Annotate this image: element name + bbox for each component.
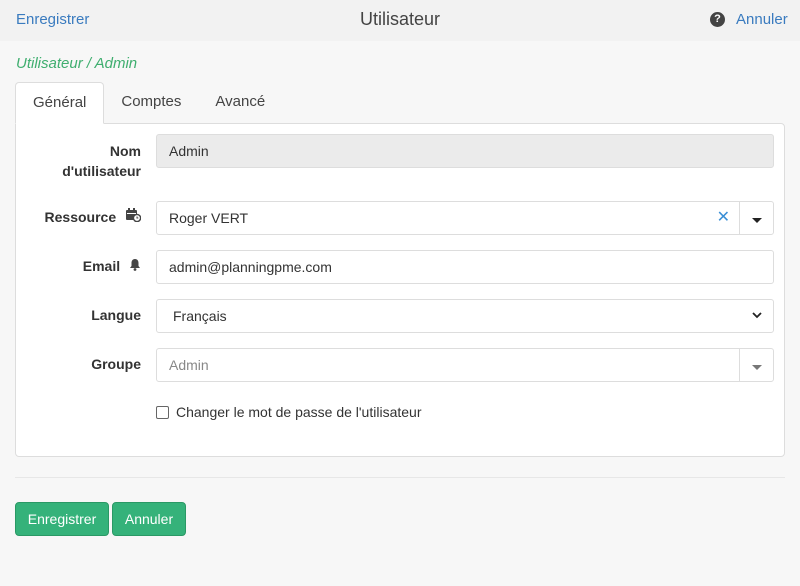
group-label: Groupe xyxy=(91,356,141,372)
group-dropdown-button[interactable] xyxy=(739,349,773,381)
resource-select[interactable]: Roger VERT ✕ xyxy=(156,201,774,235)
group-select[interactable]: Admin xyxy=(156,348,774,382)
language-value: Français xyxy=(173,308,227,324)
email-label: Email xyxy=(83,256,141,277)
email-field[interactable]: admin@planningpme.com xyxy=(156,250,774,284)
tab-general[interactable]: Général xyxy=(15,82,105,124)
caret-down-icon xyxy=(751,365,762,370)
cancel-button[interactable]: Annuler xyxy=(112,502,186,536)
help-icon[interactable]: ? xyxy=(710,12,725,27)
change-password-label[interactable]: Changer le mot de passe de l'utilisateur xyxy=(176,404,421,420)
clear-icon[interactable]: ✕ xyxy=(717,202,730,234)
caret-down-icon xyxy=(751,218,762,223)
email-label-text: Email xyxy=(82,258,121,274)
bell-icon xyxy=(129,257,141,277)
calendar-clock-icon xyxy=(125,208,142,228)
tab-advanced[interactable]: Avancé xyxy=(198,82,282,124)
resource-dropdown-button[interactable] xyxy=(739,202,773,234)
tab-accounts[interactable]: Comptes xyxy=(104,82,198,124)
tab-bar: Général Comptes Avancé xyxy=(15,82,282,124)
username-label-line2: d'utilisateur xyxy=(62,163,141,179)
resource-label-text: Ressource xyxy=(44,209,117,225)
top-bar: Enregistrer Utilisateur ? Annuler xyxy=(0,0,800,41)
resource-value: Roger VERT xyxy=(169,210,249,226)
page-title: Utilisateur xyxy=(359,9,441,29)
breadcrumb: Utilisateur / Admin xyxy=(16,55,138,72)
resource-label: Ressource xyxy=(44,207,142,228)
language-select[interactable]: Français xyxy=(156,299,774,333)
change-password-checkbox[interactable] xyxy=(156,405,169,419)
username-field: Admin xyxy=(156,134,774,168)
chevron-down-icon xyxy=(751,300,763,344)
username-label: Nom d'utilisateur xyxy=(62,141,141,181)
group-value: Admin xyxy=(169,357,209,373)
language-label: Langue xyxy=(91,307,141,323)
header-cancel-link[interactable]: Annuler xyxy=(736,11,788,28)
save-button[interactable]: Enregistrer xyxy=(15,502,109,536)
change-password-row: Changer le mot de passe de l'utilisateur xyxy=(156,404,421,420)
divider xyxy=(15,477,785,478)
username-label-line1: Nom xyxy=(109,143,141,159)
